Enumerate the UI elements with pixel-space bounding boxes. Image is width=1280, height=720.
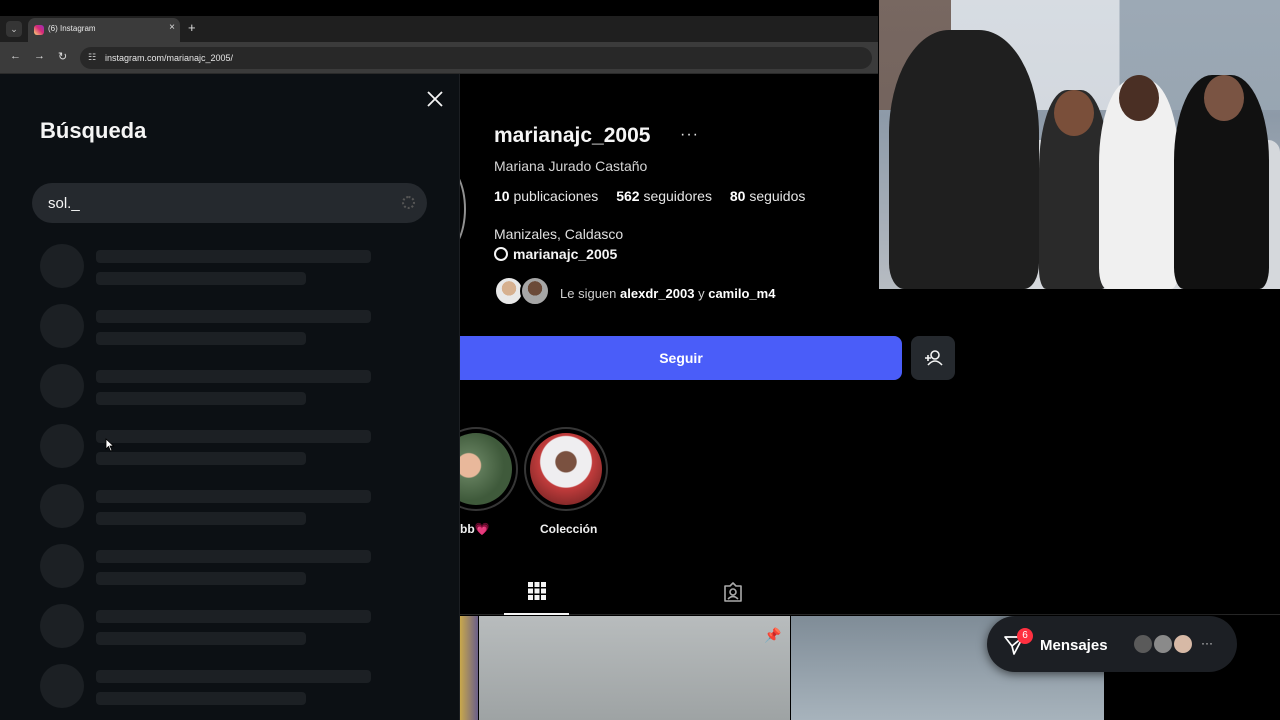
post-thumbnail[interactable] — [460, 616, 478, 720]
loading-result-placeholder — [40, 244, 380, 290]
browser-toolbar: ← → ↻ ☷ instagram.com/marianajc_2005/ — [0, 42, 878, 74]
suggested-users-button[interactable] — [911, 336, 955, 380]
followed-by[interactable]: Le siguen alexdr_2003 y camilo_m4 — [494, 276, 914, 310]
webcam-person-head — [1204, 75, 1244, 121]
story-highlight[interactable] — [524, 427, 608, 511]
profile-username: marianajc_2005 — [494, 124, 651, 147]
search-drawer: Búsqueda sol._ — [0, 74, 460, 720]
loading-result-placeholder — [40, 364, 380, 410]
posts-grid-icon[interactable] — [528, 582, 546, 600]
active-tab-indicator — [504, 613, 569, 615]
profile-location: Manizales, Caldasco — [494, 226, 624, 242]
profile-full-name: Mariana Jurado Castaño — [494, 158, 648, 174]
loading-result-placeholder — [40, 544, 380, 590]
followed-by-text: Le siguen alexdr_2003 y camilo_m4 — [560, 286, 776, 301]
loading-result-placeholder — [40, 484, 380, 530]
search-title: Búsqueda — [40, 118, 147, 143]
loading-result-placeholder — [40, 604, 380, 650]
search-query: sol._ — [48, 195, 80, 212]
conversation-avatar — [1152, 633, 1174, 655]
back-arrow-icon[interactable]: ← — [10, 50, 21, 62]
following-stat[interactable]: 80 seguidos — [730, 188, 806, 204]
loading-result-placeholder — [40, 664, 380, 710]
webcam-person-head — [1054, 90, 1094, 136]
threads-icon — [494, 247, 508, 261]
screen: ⌄ (6) Instagram × + ← → ↻ ☷ instagram.co… — [0, 0, 1280, 720]
tab-title: (6) Instagram — [48, 24, 96, 33]
posts-stat: 10 publicaciones — [494, 188, 599, 204]
mouse-cursor-icon — [105, 438, 115, 452]
more-options-icon[interactable]: ··· — [680, 126, 699, 144]
webcam-person — [889, 30, 1039, 289]
follower-avatar — [520, 276, 550, 306]
tab-search-menu-button[interactable]: ⌄ — [6, 21, 22, 37]
webcam-overlay — [879, 0, 1280, 289]
profile-avatar[interactable] — [460, 164, 466, 254]
tab-close-icon[interactable]: × — [169, 22, 175, 33]
browser-tab-instagram[interactable]: (6) Instagram × — [28, 18, 180, 42]
highlight-cover — [460, 433, 512, 505]
forward-arrow-icon[interactable]: → — [34, 50, 45, 62]
threads-link[interactable]: marianajc_2005 — [494, 246, 617, 262]
new-tab-button[interactable]: + — [188, 20, 196, 35]
messages-label: Mensajes — [1040, 637, 1108, 654]
loading-result-placeholder — [40, 424, 380, 470]
url-text: instagram.com/marianajc_2005/ — [105, 53, 234, 63]
story-highlight[interactable] — [460, 427, 518, 511]
follow-button[interactable]: Seguir — [460, 336, 902, 380]
add-user-icon — [925, 350, 943, 366]
messages-button[interactable]: 6 Mensajes ··· — [987, 616, 1237, 672]
highlight-cover — [530, 433, 602, 505]
post-thumbnail[interactable] — [479, 616, 790, 720]
profile-stats: 10 publicaciones 562 seguidores 80 segui… — [494, 188, 805, 204]
highlight-label: Colección — [540, 522, 598, 536]
highlight-label: bb💗 — [460, 522, 490, 536]
webcam-person-head — [1119, 75, 1159, 121]
address-bar[interactable]: ☷ instagram.com/marianajc_2005/ — [80, 47, 872, 69]
more-conversations-icon: ··· — [1201, 636, 1213, 650]
tabs-divider — [460, 614, 1280, 615]
followers-stat[interactable]: 562 seguidores — [616, 188, 712, 204]
conversation-avatar — [1132, 633, 1154, 655]
loading-result-placeholder — [40, 304, 380, 350]
search-input[interactable]: sol._ — [32, 183, 427, 223]
page-scrollbar[interactable] — [1268, 290, 1276, 700]
site-info-icon[interactable]: ☷ — [88, 52, 96, 63]
instagram-favicon-icon — [34, 25, 44, 35]
tagged-posts-icon[interactable] — [722, 581, 744, 603]
conversation-avatar — [1172, 633, 1194, 655]
close-icon[interactable] — [424, 88, 446, 110]
browser-tab-bar: ⌄ (6) Instagram × + — [0, 16, 878, 42]
unread-badge: 6 — [1017, 628, 1033, 644]
pinned-post-icon: 📌 — [764, 627, 782, 643]
reload-icon[interactable]: ↻ — [58, 50, 67, 63]
loading-spinner-icon — [402, 196, 415, 209]
